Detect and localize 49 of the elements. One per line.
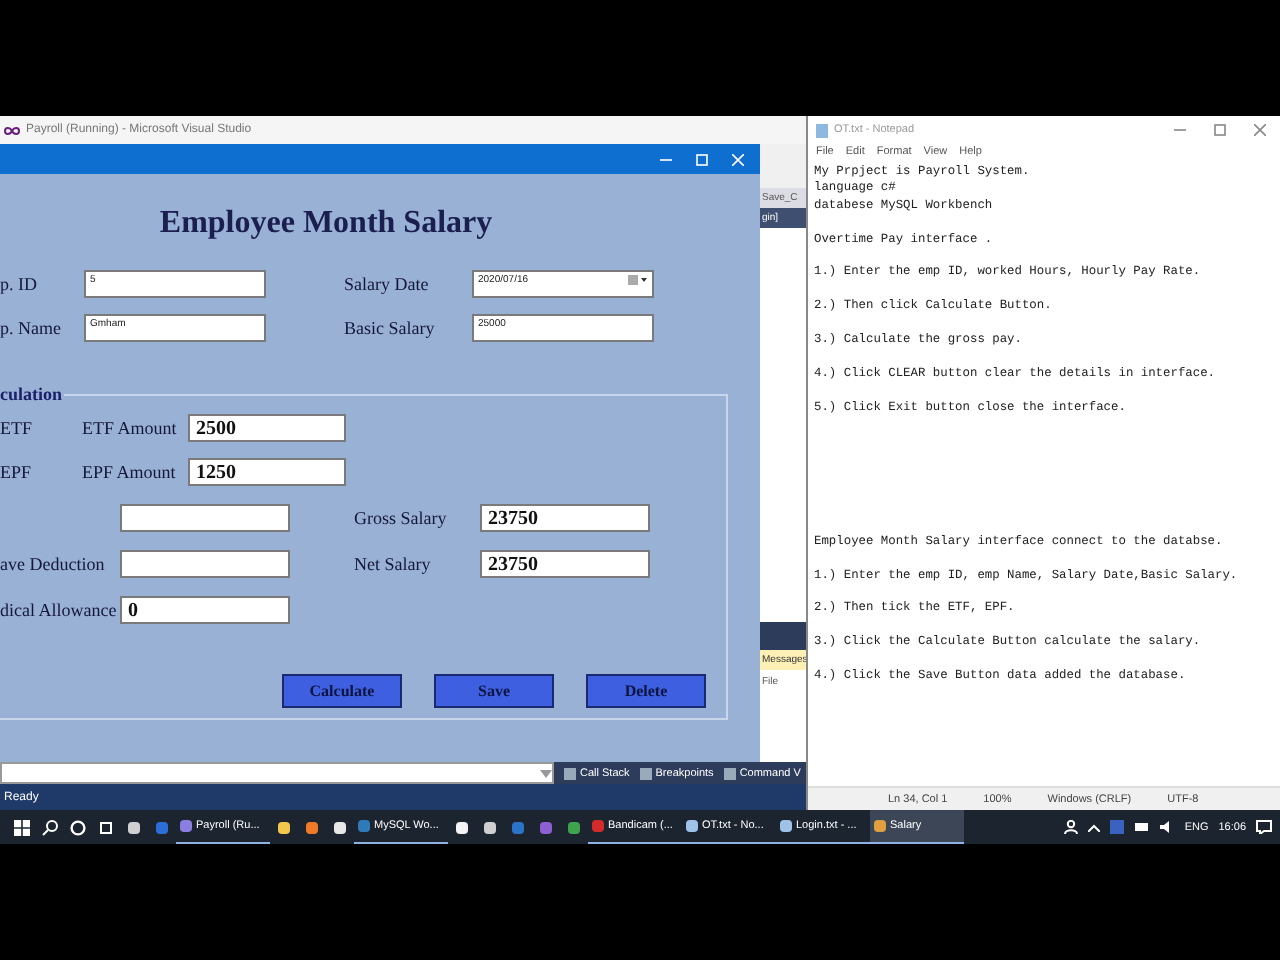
app-icon[interactable] <box>128 821 140 833</box>
input-field[interactable]: 2500 <box>188 414 346 442</box>
network-icon[interactable] <box>1110 820 1125 834</box>
checkbox-label[interactable]: ETF <box>0 418 82 438</box>
field-label: dical Allowance <box>0 600 119 620</box>
minimize-icon[interactable] <box>660 153 672 165</box>
app-icon[interactable] <box>484 821 496 833</box>
checkbox-label[interactable]: EPF <box>0 462 82 482</box>
window-icon <box>564 767 576 779</box>
field-label: ETF Amount <box>82 418 179 438</box>
window-icon <box>723 767 736 779</box>
group-title: culation <box>0 384 65 404</box>
windows-icon[interactable] <box>14 819 30 835</box>
speaker-icon[interactable] <box>1160 820 1175 834</box>
battery-icon[interactable] <box>1134 822 1151 832</box>
calendar-dropdown-icon <box>628 274 648 286</box>
maximize-icon[interactable] <box>1214 124 1226 136</box>
field-label: EPF Amount <box>82 462 178 482</box>
task-view-icon[interactable] <box>98 819 114 835</box>
field-label: p. Name <box>0 318 63 338</box>
input-field[interactable] <box>120 504 290 532</box>
notification-icon[interactable] <box>1256 820 1272 834</box>
minimize-icon[interactable] <box>1174 124 1186 136</box>
field-label: Gross Salary <box>354 508 449 528</box>
chevron-up-icon[interactable] <box>1088 823 1101 831</box>
field-label: ave Deduction <box>0 554 107 574</box>
combo-box[interactable] <box>0 762 554 784</box>
infinity-icon <box>4 125 20 135</box>
dropdown-icon <box>540 769 552 777</box>
input-field[interactable]: 1250 <box>188 458 346 486</box>
input-field[interactable]: 23750 <box>480 504 650 532</box>
input-field[interactable]: 23750 <box>480 550 650 578</box>
close-icon[interactable] <box>1254 124 1266 136</box>
app-icon[interactable] <box>456 821 468 833</box>
notepad-icon <box>816 123 828 137</box>
window-icon <box>639 767 652 779</box>
field-label: Salary Date <box>344 274 431 294</box>
app-icon[interactable] <box>278 821 290 833</box>
field-label: p. ID <box>0 274 39 294</box>
field-label: Basic Salary <box>344 318 437 338</box>
panel-header-bar <box>760 622 806 650</box>
form-heading: Employee Month Salary <box>157 206 495 242</box>
app-icon[interactable] <box>334 821 346 833</box>
input-field[interactable]: 0 <box>120 596 290 624</box>
circle-icon[interactable] <box>70 819 86 835</box>
search-icon[interactable] <box>42 819 58 835</box>
person-icon[interactable] <box>1064 820 1079 834</box>
input-field[interactable] <box>120 550 290 578</box>
field-label: Net Salary <box>354 554 433 574</box>
